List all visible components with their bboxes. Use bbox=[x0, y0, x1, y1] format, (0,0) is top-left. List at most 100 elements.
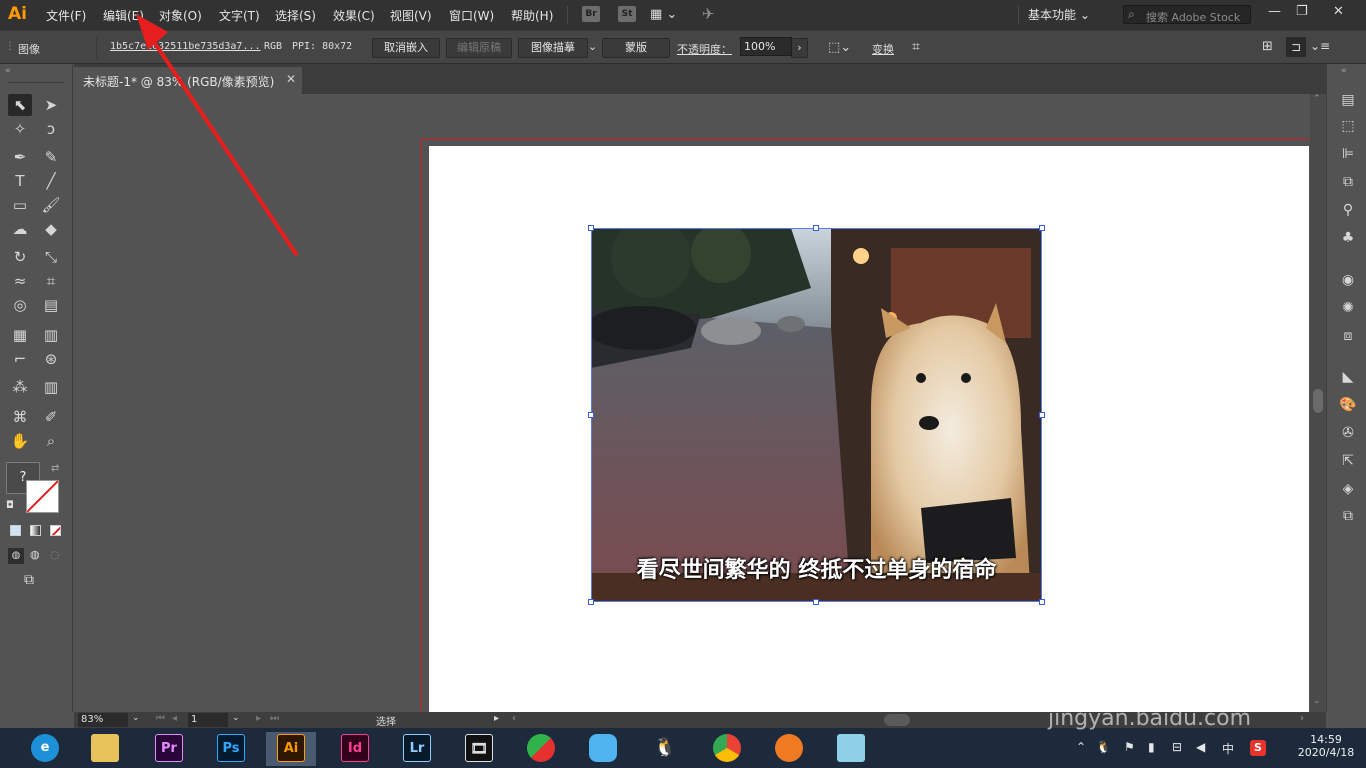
transparency-panel-icon[interactable]: ⧈ bbox=[1338, 328, 1358, 346]
taskbar-browser[interactable]: e bbox=[20, 732, 70, 766]
opacity-stepper-button[interactable]: › bbox=[791, 38, 808, 58]
opacity-input[interactable]: 100% bbox=[740, 37, 792, 56]
artboard-dropdown-icon[interactable]: ⌄ bbox=[232, 713, 240, 723]
gradient-mode-icon[interactable] bbox=[30, 525, 41, 536]
resize-handle-s[interactable] bbox=[813, 599, 819, 605]
taskbar-premiere[interactable]: Pr bbox=[144, 732, 194, 766]
tray-flag-icon[interactable]: ⚑ bbox=[1124, 740, 1135, 754]
close-tab-icon[interactable]: ✕ bbox=[286, 72, 296, 86]
resize-handle-se[interactable] bbox=[1039, 599, 1045, 605]
taskbar-video-editor[interactable]: 🎞 bbox=[454, 732, 504, 766]
lasso-tool-icon[interactable]: ↄ bbox=[39, 118, 63, 140]
taskbar-chat-app[interactable] bbox=[578, 732, 628, 766]
puppet-panel-icon[interactable]: ⚲ bbox=[1338, 202, 1358, 220]
mask-button[interactable]: 蒙版 bbox=[602, 38, 670, 58]
taskbar-file-explorer[interactable] bbox=[80, 732, 130, 766]
control-bar-menu-icon[interactable]: ⌄≡ bbox=[1310, 39, 1330, 53]
previous-artboard-icon[interactable]: ◂ bbox=[172, 713, 177, 724]
taskbar-photoshop[interactable]: Ps bbox=[206, 732, 256, 766]
properties-panel-icon[interactable]: ▤ bbox=[1338, 92, 1358, 110]
menu-effect[interactable]: 效果(C) bbox=[333, 7, 375, 24]
warp-tool-icon[interactable]: ≈ bbox=[8, 270, 32, 292]
tray-sogou-icon[interactable]: S bbox=[1250, 740, 1266, 756]
taskbar-qq[interactable]: 🐧 bbox=[640, 732, 690, 766]
trace-preset-chevron-icon[interactable]: ⌄ bbox=[588, 40, 597, 53]
selection-tool-icon[interactable]: ⬉ bbox=[8, 94, 32, 116]
resize-handle-ne[interactable] bbox=[1039, 225, 1045, 231]
menu-edit[interactable]: 编辑(E) bbox=[103, 7, 144, 24]
draw-inside-icon[interactable]: ◌ bbox=[50, 548, 60, 561]
next-artboard-icon[interactable]: ▸ bbox=[256, 713, 261, 724]
zoom-field[interactable]: 83% bbox=[78, 713, 128, 727]
artboard-tool-icon[interactable]: ⌘ bbox=[8, 406, 32, 428]
stock-button[interactable]: St bbox=[618, 6, 636, 22]
placed-image[interactable]: 看尽世间繁华的 终抵不过单身的宿命 bbox=[591, 228, 1042, 602]
export-panel-icon[interactable]: ⇱ bbox=[1338, 453, 1358, 471]
draw-behind-icon[interactable]: ◍ bbox=[30, 548, 40, 561]
last-artboard-icon[interactable]: ⏭ bbox=[270, 713, 279, 724]
document-tab[interactable]: 未标题-1* @ 83% (RGB/像素预览) ✕ bbox=[74, 67, 302, 94]
scroll-up-icon[interactable]: ⌃ bbox=[1313, 94, 1321, 104]
menu-help[interactable]: 帮助(H) bbox=[511, 7, 553, 24]
slice-tool-icon[interactable]: ✐ bbox=[39, 406, 63, 428]
layers-panel-icon[interactable]: ◈ bbox=[1338, 481, 1358, 499]
horizontal-scroll-thumb[interactable] bbox=[884, 714, 910, 726]
color-mode-icon[interactable] bbox=[10, 525, 21, 536]
scroll-left-icon[interactable]: ‹ bbox=[512, 713, 516, 724]
taskbar-clock[interactable]: 14:59 2020/4/18 bbox=[1294, 733, 1358, 759]
brushes-panel-icon[interactable]: ✇ bbox=[1338, 425, 1358, 443]
unembed-button[interactable]: 取消嵌入 bbox=[372, 38, 440, 58]
libraries-panel-icon[interactable]: ◉ bbox=[1338, 272, 1358, 290]
linked-file-name[interactable]: 1b5c7e1e32511be735d3a7... bbox=[110, 41, 261, 52]
pen-tool-icon[interactable]: ✒ bbox=[8, 146, 32, 168]
shaper-tool-icon[interactable]: ☁ bbox=[8, 218, 32, 240]
panel-menu-icon[interactable]: ⊞ bbox=[1262, 39, 1273, 54]
taskbar-app-orange[interactable] bbox=[764, 732, 814, 766]
tray-expand-icon[interactable]: ⌃ bbox=[1076, 740, 1086, 754]
none-mode-icon[interactable] bbox=[50, 525, 61, 536]
expand-panels-icon[interactable]: « bbox=[1341, 66, 1347, 76]
mesh-tool-icon[interactable]: ▦ bbox=[8, 324, 32, 346]
taskbar-game[interactable] bbox=[516, 732, 566, 766]
default-colors-icon[interactable]: ◘ bbox=[6, 500, 14, 511]
image-trace-button[interactable]: 图像描摹 bbox=[518, 38, 588, 58]
taskbar-indesign[interactable]: Id bbox=[330, 732, 380, 766]
stroke-swatch[interactable] bbox=[26, 480, 59, 513]
scroll-right-icon[interactable]: › bbox=[1300, 713, 1304, 724]
symbols-panel-icon[interactable]: ♣ bbox=[1338, 230, 1358, 248]
canvas[interactable]: 看尽世间繁华的 终抵不过单身的宿命 bbox=[74, 94, 1310, 712]
perspective-grid-tool-icon[interactable]: ▤ bbox=[39, 294, 63, 316]
zoom-tool-icon[interactable]: ⌕ bbox=[39, 430, 63, 452]
collapse-panel-icon[interactable]: « bbox=[5, 66, 11, 76]
artboard-number-field[interactable]: 1 bbox=[188, 713, 228, 727]
stock-search-input[interactable]: ⌕ 搜索 Adobe Stock bbox=[1123, 5, 1251, 24]
resize-handle-n[interactable] bbox=[813, 225, 819, 231]
pathfinder-panel-icon[interactable]: ⧉ bbox=[1338, 174, 1358, 192]
draw-normal-icon[interactable]: ◍ bbox=[8, 548, 24, 564]
rotate-tool-icon[interactable]: ↻ bbox=[8, 246, 32, 268]
scale-tool-icon[interactable]: ⤡ bbox=[39, 246, 63, 268]
direct-selection-tool-icon[interactable]: ➤ bbox=[39, 94, 63, 116]
taskbar-lightroom[interactable]: Lr bbox=[392, 732, 442, 766]
transform-options-icon[interactable]: ⌗ bbox=[912, 39, 920, 55]
align-to-selection-icon[interactable]: ⬚⌄ bbox=[828, 40, 851, 55]
workspace-switcher[interactable]: 基本功能 ⌄ bbox=[1028, 6, 1090, 23]
menu-file[interactable]: 文件(F) bbox=[46, 7, 86, 24]
color-guide-panel-icon[interactable]: ✺ bbox=[1338, 300, 1358, 318]
symbol-sprayer-tool-icon[interactable]: ⁂ bbox=[8, 376, 32, 398]
tray-volume-icon[interactable]: ◀ bbox=[1196, 740, 1205, 754]
tray-network-icon[interactable]: ⊟ bbox=[1172, 740, 1182, 754]
menu-select[interactable]: 选择(S) bbox=[275, 7, 316, 24]
resize-handle-e[interactable] bbox=[1039, 412, 1045, 418]
menu-type[interactable]: 文字(T) bbox=[219, 7, 260, 24]
gpu-performance-icon[interactable]: ✈ bbox=[702, 5, 715, 23]
paintbrush-tool-icon[interactable]: 🖌 bbox=[39, 194, 63, 216]
opacity-label[interactable]: 不透明度： bbox=[677, 41, 732, 57]
scroll-thumb[interactable] bbox=[1313, 389, 1323, 413]
scroll-down-icon[interactable]: ⌄ bbox=[1313, 696, 1321, 706]
resize-handle-sw[interactable] bbox=[588, 599, 594, 605]
minimize-icon[interactable]: — bbox=[1268, 4, 1281, 19]
resize-handle-nw[interactable] bbox=[588, 225, 594, 231]
eyedropper-tool-icon[interactable]: ⌐ bbox=[8, 348, 32, 370]
isolate-icon[interactable]: ⊐ bbox=[1286, 37, 1306, 57]
